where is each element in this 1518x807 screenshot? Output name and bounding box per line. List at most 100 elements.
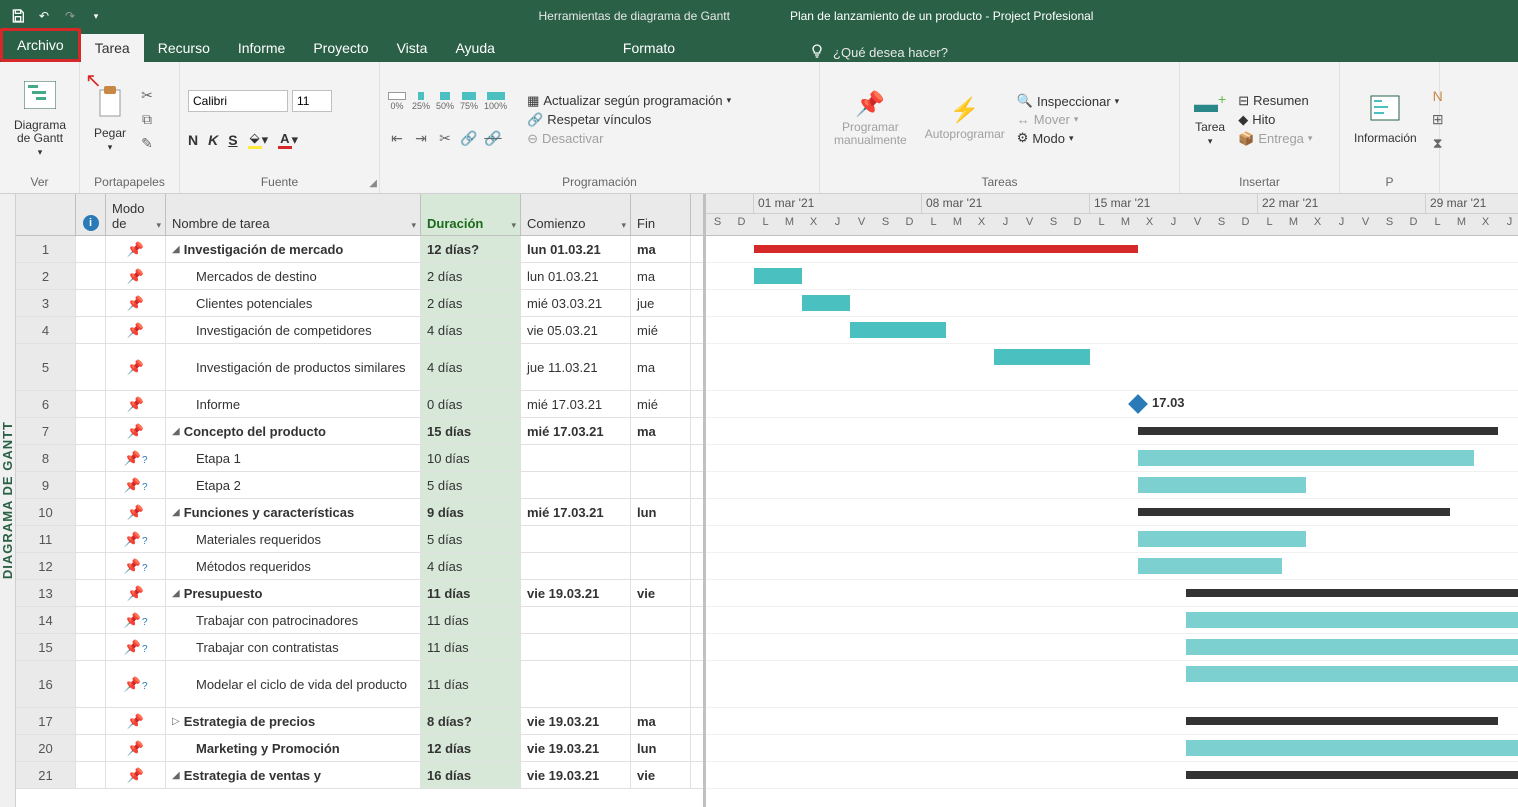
row-number[interactable]: 7 — [16, 418, 76, 444]
table-row[interactable]: 20📌Marketing y Promoción12 díasvie 19.03… — [16, 735, 703, 762]
cell-name[interactable]: Trabajar con patrocinadores — [166, 607, 421, 633]
row-number[interactable]: 12 — [16, 553, 76, 579]
row-number[interactable]: 16 — [16, 661, 76, 707]
collapse-icon[interactable]: ◢ — [172, 588, 180, 599]
cell-start[interactable] — [521, 472, 631, 498]
row-number[interactable]: 14 — [16, 607, 76, 633]
cell-name[interactable]: ◢Funciones y características — [166, 499, 421, 525]
tab-report[interactable]: Informe — [224, 34, 299, 62]
bold-button[interactable]: N — [188, 132, 198, 148]
milestone-button[interactable]: ◆Hito — [1238, 112, 1312, 128]
gantt-chart[interactable]: 01 mar '2108 mar '2115 mar '2122 mar '21… — [706, 194, 1518, 807]
table-row[interactable]: 5📌Investigación de productos similares4 … — [16, 344, 703, 391]
cell-start[interactable]: lun 01.03.21 — [521, 236, 631, 262]
pct-75-button[interactable]: 75% — [460, 92, 478, 111]
cell-duration[interactable]: 11 días — [421, 634, 521, 660]
table-row[interactable]: 6📌Informe0 díasmié 17.03.21mié — [16, 391, 703, 418]
indent-icon[interactable]: ⇥ — [412, 129, 430, 147]
tab-view[interactable]: Vista — [383, 34, 442, 62]
cell-finish[interactable] — [631, 553, 691, 579]
tell-me-search[interactable]: ¿Qué desea hacer? — [809, 43, 948, 62]
row-number[interactable]: 5 — [16, 344, 76, 390]
deliverable-button[interactable]: 📦Entrega▾ — [1238, 131, 1312, 147]
pct-50-button[interactable]: 50% — [436, 92, 454, 111]
collapse-icon[interactable]: ◢ — [172, 426, 180, 437]
cell-info[interactable] — [76, 526, 106, 552]
cell-duration[interactable]: 16 días — [421, 762, 521, 788]
expand-icon[interactable]: ▷ — [172, 716, 180, 727]
gantt-row[interactable] — [706, 344, 1518, 391]
undo-icon[interactable]: ↶ — [36, 8, 52, 24]
cell-mode[interactable]: 📌? — [106, 472, 166, 498]
cell-start[interactable] — [521, 634, 631, 660]
gantt-bar[interactable] — [994, 349, 1090, 365]
mode-button[interactable]: ⚙Modo▾ — [1017, 130, 1119, 146]
table-row[interactable]: 2📌Mercados de destino2 díaslun 01.03.21m… — [16, 263, 703, 290]
cell-duration[interactable]: 5 días — [421, 472, 521, 498]
row-number[interactable]: 21 — [16, 762, 76, 788]
header-finish[interactable]: Fin — [631, 194, 691, 235]
cell-start[interactable] — [521, 553, 631, 579]
gantt-row[interactable] — [706, 708, 1518, 735]
italic-button[interactable]: K — [208, 132, 218, 148]
cell-mode[interactable]: 📌? — [106, 526, 166, 552]
gantt-row[interactable] — [706, 290, 1518, 317]
cell-finish[interactable] — [631, 634, 691, 660]
cell-mode[interactable]: 📌 — [106, 344, 166, 390]
header-duration[interactable]: Duración▾ — [421, 194, 521, 235]
cell-info[interactable] — [76, 607, 106, 633]
cell-finish[interactable]: lun — [631, 735, 691, 761]
gantt-bar[interactable] — [1138, 427, 1498, 435]
cell-finish[interactable]: ma — [631, 708, 691, 734]
header-mode[interactable]: Modo de▾ — [106, 194, 166, 235]
cell-finish[interactable] — [631, 472, 691, 498]
cell-mode[interactable]: 📌? — [106, 445, 166, 471]
cell-mode[interactable]: 📌 — [106, 290, 166, 316]
cell-duration[interactable]: 2 días — [421, 290, 521, 316]
row-number[interactable]: 11 — [16, 526, 76, 552]
cell-info[interactable] — [76, 317, 106, 343]
cell-info[interactable] — [76, 553, 106, 579]
split-task-icon[interactable]: ✂ — [436, 129, 454, 147]
cell-info[interactable] — [76, 499, 106, 525]
respect-links-button[interactable]: 🔗Respetar vínculos — [527, 112, 731, 128]
tab-resource[interactable]: Recurso — [144, 34, 224, 62]
cell-finish[interactable]: ma — [631, 344, 691, 390]
cell-name[interactable]: Investigación de competidores — [166, 317, 421, 343]
gantt-row[interactable] — [706, 418, 1518, 445]
gantt-row[interactable] — [706, 236, 1518, 263]
cell-info[interactable] — [76, 236, 106, 262]
gantt-bar[interactable] — [1186, 717, 1498, 725]
cell-finish[interactable]: mié — [631, 391, 691, 417]
cell-name[interactable]: Etapa 1 — [166, 445, 421, 471]
gantt-row[interactable] — [706, 445, 1518, 472]
cell-mode[interactable]: 📌 — [106, 735, 166, 761]
cell-finish[interactable]: ma — [631, 418, 691, 444]
table-row[interactable]: 3📌Clientes potenciales2 díasmié 03.03.21… — [16, 290, 703, 317]
gantt-row[interactable] — [706, 661, 1518, 708]
deactivate-button[interactable]: ⊖Desactivar — [527, 131, 731, 147]
gantt-bar[interactable] — [1186, 639, 1518, 655]
font-size-select[interactable] — [292, 90, 332, 112]
gantt-milestone[interactable] — [1128, 394, 1148, 414]
cell-mode[interactable]: 📌? — [106, 634, 166, 660]
cell-mode[interactable]: 📌 — [106, 418, 166, 444]
tab-task[interactable]: Tarea — [81, 34, 144, 62]
cell-duration[interactable]: 4 días — [421, 344, 521, 390]
gantt-bar[interactable] — [1186, 666, 1518, 682]
copy-icon[interactable]: ⧉ — [138, 111, 156, 129]
table-row[interactable]: 1📌◢Investigación de mercado12 días?lun 0… — [16, 236, 703, 263]
row-number[interactable]: 15 — [16, 634, 76, 660]
collapse-icon[interactable]: ◢ — [172, 244, 180, 255]
gantt-bar[interactable] — [1138, 450, 1474, 466]
gantt-row[interactable] — [706, 634, 1518, 661]
table-row[interactable]: 11📌?Materiales requeridos5 días — [16, 526, 703, 553]
update-as-scheduled-button[interactable]: ▦Actualizar según programación▾ — [527, 93, 731, 109]
cell-name[interactable]: Informe — [166, 391, 421, 417]
cell-duration[interactable]: 12 días? — [421, 236, 521, 262]
cell-info[interactable] — [76, 634, 106, 660]
table-row[interactable]: 8📌?Etapa 110 días — [16, 445, 703, 472]
gantt-row[interactable] — [706, 499, 1518, 526]
cell-name[interactable]: Marketing y Promoción — [166, 735, 421, 761]
gantt-row[interactable] — [706, 607, 1518, 634]
